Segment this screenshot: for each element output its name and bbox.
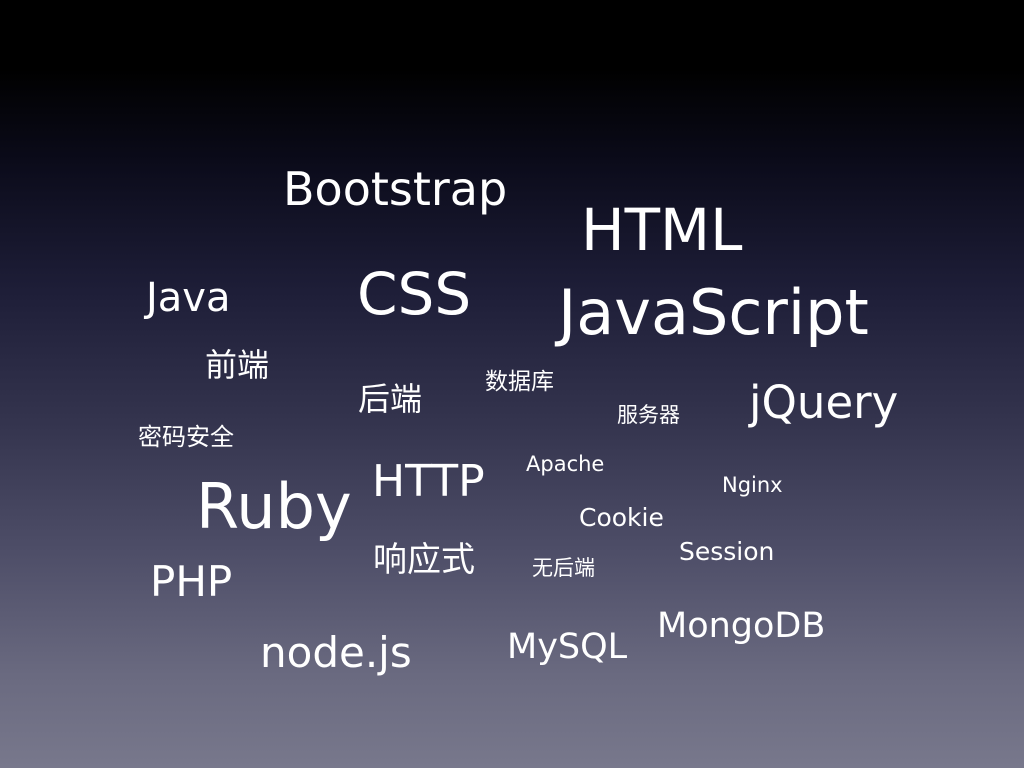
word-no-backend: 无后端 [532,556,595,580]
word-apache: Apache [526,452,605,476]
word-java: Java [146,275,231,321]
word-javascript: JavaScript [558,276,869,349]
word-css: CSS [357,260,472,328]
word-mysql: MySQL [507,627,628,667]
slide-canvas: Bootstrap HTML Java CSS JavaScript 前端 后端… [0,0,1024,768]
word-ruby: Ruby [196,470,352,543]
word-http: HTTP [372,456,485,507]
word-database: 数据库 [485,369,554,395]
word-nginx: Nginx [722,473,783,497]
word-nodejs: node.js [260,628,412,677]
word-php: PHP [150,557,233,606]
word-cookie: Cookie [579,503,664,532]
word-jquery: jQuery [749,376,899,429]
word-password-security: 密码安全 [138,423,234,451]
word-mongodb: MongoDB [657,606,826,646]
word-server: 服务器 [617,403,680,427]
word-backend: 后端 [358,380,423,418]
word-bootstrap: Bootstrap [283,162,508,216]
word-frontend: 前端 [205,346,270,384]
word-session: Session [679,537,775,566]
word-html: HTML [581,196,743,264]
word-responsive: 响应式 [373,540,475,580]
